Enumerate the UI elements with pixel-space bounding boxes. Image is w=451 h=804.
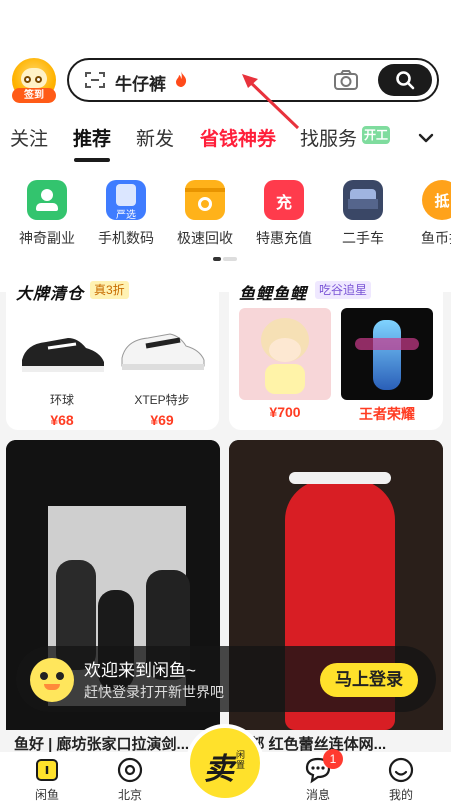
services-badge: 开工 bbox=[362, 126, 390, 144]
location-icon bbox=[116, 756, 144, 784]
category-side-hustle[interactable]: 神奇副业 bbox=[7, 176, 87, 248]
promo-tag: 吃谷追星 bbox=[315, 281, 372, 299]
promo-tag: 真3折 bbox=[90, 281, 129, 299]
signin-badge[interactable]: 签到 bbox=[12, 88, 56, 103]
category-recharge[interactable]: 充 特惠充值 bbox=[244, 176, 324, 248]
tab-recommend[interactable]: 推荐 bbox=[73, 124, 111, 151]
badge-icon bbox=[27, 180, 67, 220]
phone-icon: 严选 bbox=[106, 180, 146, 221]
figure-image bbox=[341, 308, 433, 400]
tab-new[interactable]: 新发 bbox=[136, 124, 174, 151]
mascot-icon bbox=[30, 658, 74, 702]
login-button[interactable]: 马上登录 bbox=[320, 663, 418, 697]
mascot-face bbox=[21, 68, 47, 88]
promo-card-collectibles[interactable]: 鱼鲤鱼鲤 吃谷追星 ¥700 王者荣耀 bbox=[229, 272, 443, 430]
recycle-box-icon bbox=[185, 180, 225, 220]
nav-location[interactable]: 北京 bbox=[95, 752, 165, 803]
scan-icon[interactable] bbox=[85, 71, 105, 89]
promo-card-clearance[interactable]: 大牌清仓 真3折 环球 ¥68 XTEP特步 ¥69 bbox=[6, 272, 219, 430]
profile-icon bbox=[387, 756, 415, 784]
product-item[interactable]: XTEP特步 ¥69 bbox=[116, 308, 208, 428]
message-badge: 1 bbox=[323, 749, 343, 769]
coin-icon: 抵 bbox=[422, 180, 451, 220]
tab-services[interactable]: 找服务 bbox=[300, 124, 357, 151]
tab-follow[interactable]: 关注 bbox=[10, 124, 48, 151]
category-recycle[interactable]: 极速回收 bbox=[165, 176, 245, 248]
nav-home[interactable]: 闲鱼 bbox=[12, 752, 82, 803]
category-row: 神奇副业 严选 手机数码 极速回收 充 特惠充值 二手车 抵 鱼币抵 bbox=[0, 176, 451, 256]
flame-icon bbox=[176, 71, 187, 87]
welcome-title: 欢迎来到闲鱼~ bbox=[84, 661, 196, 680]
search-input[interactable]: 牛仔裤 bbox=[115, 70, 166, 95]
category-phone-digital[interactable]: 严选 手机数码 bbox=[86, 176, 166, 248]
home-icon bbox=[33, 756, 61, 784]
car-icon bbox=[343, 180, 383, 220]
category-used-car[interactable]: 二手车 bbox=[323, 176, 403, 248]
chevron-down-icon[interactable] bbox=[416, 128, 436, 148]
sneaker-image bbox=[121, 333, 205, 370]
category-coin[interactable]: 抵 鱼币抵 bbox=[402, 176, 451, 248]
search-icon bbox=[396, 71, 415, 90]
tab-coupons[interactable]: 省钱神券 bbox=[200, 124, 276, 151]
product-item[interactable]: 环球 ¥68 bbox=[16, 308, 108, 428]
tab-bar: 关注 推荐 新发 省钱神券 找服务 开工 bbox=[0, 118, 451, 164]
product-item[interactable]: ¥700 bbox=[239, 308, 331, 420]
login-banner: 欢迎来到闲鱼~ 赶快登录打开新世界吧 马上登录 bbox=[16, 646, 436, 712]
sneaker-image bbox=[22, 338, 104, 372]
welcome-subtitle: 赶快登录打开新世界吧 bbox=[84, 684, 224, 700]
page-indicator bbox=[213, 257, 237, 261]
sell-button[interactable]: 卖 闲置 bbox=[186, 724, 264, 802]
recharge-icon: 充 bbox=[264, 180, 304, 220]
feed-title: 鱼好 | 廊坊张家口拉演剑... bbox=[14, 736, 190, 753]
nav-profile[interactable]: 我的 bbox=[366, 752, 436, 803]
product-item[interactable]: 王者荣耀 bbox=[341, 308, 433, 424]
camera-icon[interactable] bbox=[333, 69, 359, 91]
plush-doll-image bbox=[239, 308, 331, 400]
tab-active-indicator bbox=[74, 158, 110, 162]
search-button[interactable] bbox=[378, 64, 432, 96]
